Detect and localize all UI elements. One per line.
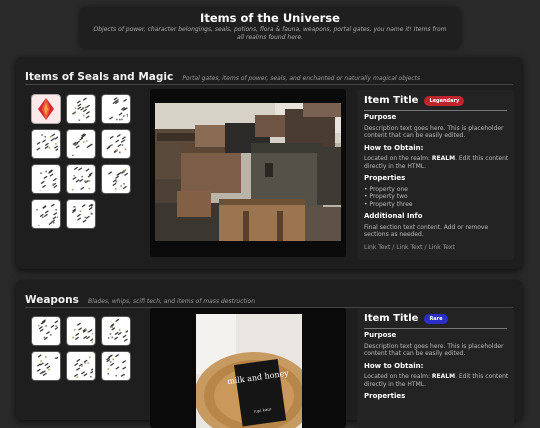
obtain-heading: How to Obtain: [364, 145, 509, 153]
additional-heading: Additional Info [364, 213, 509, 221]
purpose-text: Description text goes here. This is plac… [364, 343, 509, 358]
section-title: Weapons [25, 294, 79, 306]
item-details: Purpose Description text goes here. This… [364, 114, 509, 251]
link[interactable]: Link Text [396, 244, 422, 251]
link[interactable]: Link Text [428, 244, 454, 251]
property-item: Property two [364, 193, 509, 201]
section-heading: Weapons Blades, whips, scifi tech, and i… [25, 288, 255, 307]
item-header: Item Title Rare [364, 313, 448, 324]
item-thumbnail[interactable] [67, 130, 95, 158]
item-image-icon [69, 354, 93, 378]
item-header: Item Title Legendary [364, 95, 464, 106]
item-image-icon [34, 132, 58, 156]
property-item: Property three [364, 201, 509, 209]
item-grid [32, 95, 130, 228]
item-image-icon [69, 97, 93, 121]
item-title: Item Title [364, 95, 418, 106]
item-thumbnail[interactable] [67, 95, 95, 123]
obtain-prefix: Located on the realm: [364, 373, 432, 380]
realm-name: REALM [432, 373, 455, 380]
item-thumbnail[interactable] [102, 165, 130, 193]
obtain-heading: How to Obtain: [364, 363, 509, 371]
item-thumbnail[interactable] [102, 352, 130, 380]
property-item: Property one [364, 186, 509, 194]
item-image-icon [69, 202, 93, 226]
item-image-icon [104, 167, 128, 191]
item-thumbnail[interactable] [32, 165, 60, 193]
item-details: Purpose Description text goes here. This… [364, 332, 509, 404]
item-info-panel: Item Title Rare Purpose Description text… [357, 308, 514, 428]
item-thumbnail[interactable] [32, 317, 60, 345]
purpose-heading: Purpose [364, 332, 509, 340]
realm-name: REALM [432, 155, 455, 162]
section-heading: Items of Seals and Magic Portal gates, i… [25, 65, 420, 84]
item-image-icon [69, 167, 93, 191]
page-subtitle: Objects of power, character belongings, … [90, 26, 450, 42]
item-thumbnail[interactable] [102, 95, 130, 123]
item-title: Item Title [364, 313, 418, 324]
item-image-icon [104, 132, 128, 156]
item-image-viewer: milk and honey rupi kaur [150, 308, 346, 428]
item-image-icon [104, 354, 128, 378]
item-image-icon [104, 319, 128, 343]
purpose-text: Description text goes here. This is plac… [364, 125, 509, 140]
item-thumbnail[interactable] [102, 130, 130, 158]
section-weapons: Weapons Blades, whips, scifi tech, and i… [16, 280, 522, 420]
item-image-icon [69, 319, 93, 343]
obtain-prefix: Located on the realm: [364, 155, 432, 162]
item-thumbnail[interactable] [67, 317, 95, 345]
item-grid [32, 317, 130, 380]
additional-text: Final section text content. Add or remov… [364, 224, 509, 239]
item-image-viewer [150, 89, 346, 257]
purpose-heading: Purpose [364, 114, 509, 122]
item-image-icon [34, 319, 58, 343]
item-image-icon [69, 132, 93, 156]
item-image-icon [34, 167, 58, 191]
item-photo-trunks [155, 103, 341, 241]
obtain-text: Located on the realm: REALM. Edit this c… [364, 373, 509, 388]
item-thumbnail[interactable] [32, 200, 60, 228]
item-photo-book: milk and honey rupi kaur [196, 314, 302, 428]
gem-icon [32, 95, 60, 123]
page-header: Items of the Universe Objects of power, … [80, 8, 460, 48]
item-image-icon [34, 354, 58, 378]
section-subtitle: Blades, whips, scifi tech, and items of … [88, 298, 255, 305]
properties-heading: Properties [364, 393, 509, 401]
links-row: Link Text / Link Text / Link Text [364, 244, 509, 252]
properties-list: Property one Property two Property three [364, 186, 509, 209]
item-info-panel: Item Title Legendary Purpose Description… [357, 90, 514, 260]
item-thumbnail[interactable] [102, 317, 130, 345]
item-divider [364, 328, 507, 329]
book-image: milk and honey rupi kaur [196, 314, 302, 428]
rarity-badge: Legendary [424, 96, 464, 106]
item-thumbnail[interactable] [67, 200, 95, 228]
item-thumbnail[interactable] [67, 352, 95, 380]
item-thumbnail-selected[interactable] [32, 95, 60, 123]
rarity-badge: Rare [424, 314, 447, 324]
properties-heading: Properties [364, 175, 509, 183]
trunks-image [155, 103, 341, 241]
item-image-icon [104, 97, 128, 121]
item-thumbnail[interactable] [67, 165, 95, 193]
section-subtitle: Portal gates, items of power, seals, and… [182, 75, 420, 82]
section-divider [25, 84, 513, 85]
item-divider [364, 110, 507, 111]
item-image-icon [34, 202, 58, 226]
link[interactable]: Link Text [364, 244, 390, 251]
section-seals-magic: Items of Seals and Magic Portal gates, i… [16, 57, 522, 269]
page-title: Items of the Universe [80, 11, 460, 25]
item-thumbnail[interactable] [32, 130, 60, 158]
obtain-text: Located on the realm: REALM. Edit this c… [364, 155, 509, 170]
item-thumbnail[interactable] [32, 352, 60, 380]
section-title: Items of Seals and Magic [25, 71, 173, 83]
